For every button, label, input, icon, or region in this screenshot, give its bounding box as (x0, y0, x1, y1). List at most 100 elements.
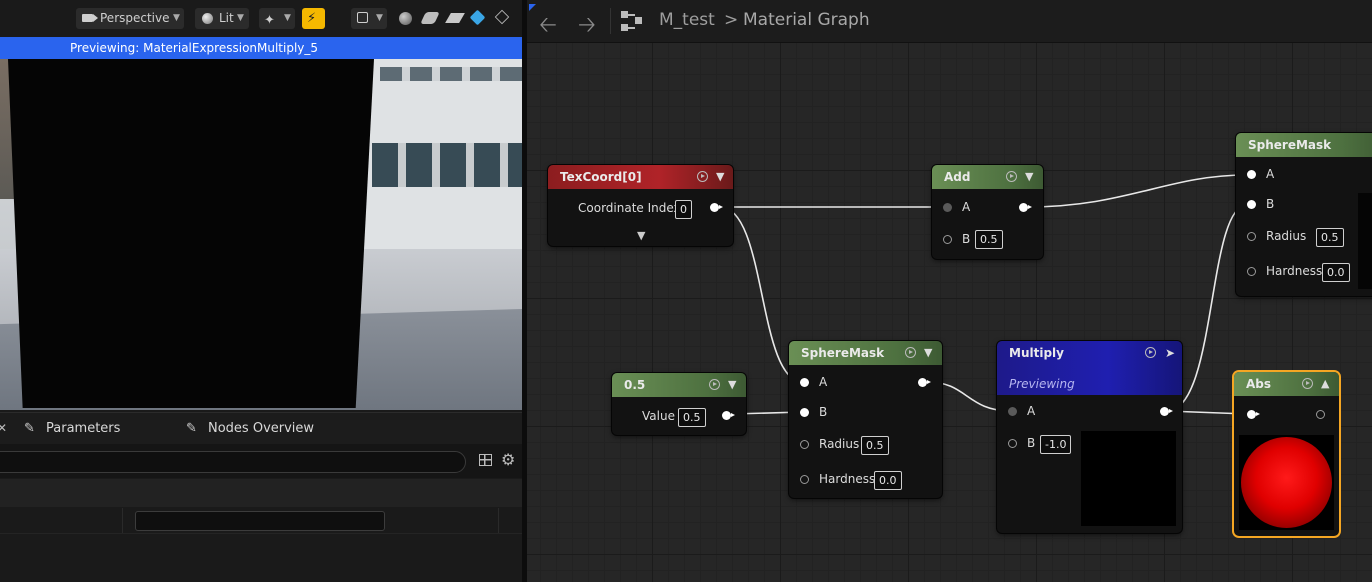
input-pin-a[interactable] (1008, 407, 1017, 416)
node-add[interactable]: Add ▼ A B 0.5 (932, 165, 1043, 259)
input-pin-a[interactable] (1247, 170, 1256, 179)
table-icon[interactable] (479, 454, 492, 466)
preview-toggle-icon[interactable] (709, 379, 720, 390)
material-graph[interactable]: 🡠 🡢 M_test > Material Graph TexCoord[0] (527, 0, 1372, 582)
node-spheremask-header[interactable]: SphereMask (1236, 133, 1372, 157)
node-preview-swatch (1081, 431, 1176, 526)
output-pin[interactable] (1019, 203, 1032, 212)
cylinder-icon[interactable] (420, 12, 440, 24)
input-pin-hardness[interactable] (1247, 267, 1256, 276)
input-pin-b[interactable] (1247, 200, 1256, 209)
preview-banner-text: Previewing: MaterialExpressionMultiply_5 (70, 41, 319, 55)
input-pin-b[interactable] (1008, 439, 1017, 448)
chevron-down-icon: ▼ (376, 13, 383, 23)
hardness-field[interactable]: 0.0 (1322, 263, 1350, 282)
output-pin[interactable] (1316, 410, 1325, 419)
node-multiply[interactable]: Multiply ➤ Previewing A B -1.0 (997, 341, 1182, 533)
chevron-down-icon: ▼ (173, 13, 180, 23)
chevron-down-icon[interactable]: ▼ (637, 229, 645, 242)
pencil-icon: ✎ (186, 421, 197, 436)
node-spheremask-header[interactable]: SphereMask ▼ (789, 341, 942, 365)
wire-add-spheremask-a (1026, 174, 1248, 208)
node-texcoord-header[interactable]: TexCoord[0] ▼ (548, 165, 733, 189)
input-pin[interactable] (1247, 410, 1260, 419)
node-abs-header[interactable]: Abs ▲ (1234, 372, 1339, 396)
show-flags-icon: ✦ (264, 13, 275, 28)
chevron-down-icon: ▼ (237, 13, 244, 23)
tab-nodes-overview-label: Nodes Overview (208, 421, 315, 436)
input-pin-radius[interactable] (1247, 232, 1256, 241)
node-spheremask-top[interactable]: SphereMask A B Radius 0.5 Hardness 0.0 (1236, 133, 1372, 296)
lit-sphere-icon (202, 13, 213, 24)
chevron-down-icon: ▼ (284, 13, 291, 23)
pin-a-label: A (819, 375, 828, 389)
preview-mesh (8, 59, 374, 408)
node-constant-header[interactable]: 0.5 ▼ (612, 373, 746, 397)
input-pin-b[interactable] (800, 408, 809, 417)
node-title: TexCoord[0] (560, 170, 642, 184)
output-pin[interactable] (918, 378, 931, 387)
perspective-dropdown[interactable]: Perspective ▼ (76, 8, 184, 29)
property-value-field[interactable] (135, 511, 385, 531)
realtime-toggle[interactable]: ⚡ (302, 8, 325, 29)
camera-lens-icon (93, 14, 98, 22)
output-pin[interactable] (1160, 407, 1173, 416)
radius-field[interactable]: 0.5 (1316, 228, 1344, 247)
node-spheremask-bottom[interactable]: SphereMask ▼ A B Radius 0.5 Hardness 0.0 (789, 341, 942, 498)
output-pin[interactable] (710, 203, 723, 212)
input-pin-a[interactable] (800, 378, 809, 387)
background-window-row (372, 143, 522, 187)
preview-toggle-icon[interactable] (1302, 378, 1313, 389)
pin-b-label: B (819, 405, 828, 419)
custom-mesh-icon[interactable] (494, 9, 510, 25)
tab-parameters-label: Parameters (46, 421, 121, 436)
node-add-header[interactable]: Add ▼ (932, 165, 1043, 189)
pin-b-label: B (1027, 436, 1036, 450)
chevron-down-icon[interactable]: ▼ (924, 341, 932, 365)
node-constant[interactable]: 0.5 ▼ Value 0.5 (612, 373, 746, 435)
value-field[interactable]: 0.5 (678, 408, 706, 427)
preview-viewport[interactable] (0, 59, 522, 410)
pin-a-label: A (962, 200, 971, 214)
value-label: Value (642, 409, 675, 423)
realtime-icon: ⚡ (307, 11, 317, 26)
coordinate-index-field[interactable]: 0 (675, 200, 692, 219)
pin-b-label: B (962, 232, 971, 246)
output-pin[interactable] (722, 411, 735, 420)
b-value-field[interactable]: -1.0 (1040, 435, 1072, 454)
preview-toggle-icon[interactable] (1006, 171, 1017, 182)
input-pin-hardness[interactable] (800, 475, 809, 484)
chevron-down-icon[interactable]: ▼ (1025, 165, 1033, 189)
plane-icon[interactable] (445, 13, 465, 23)
preview-toggle-icon[interactable] (1145, 347, 1156, 358)
preview-toggle-icon[interactable] (697, 171, 708, 182)
close-icon[interactable]: ✕ (0, 421, 7, 435)
chevron-down-icon[interactable]: ▼ (716, 165, 724, 189)
chevron-up-icon[interactable]: ➤ (1165, 341, 1175, 365)
input-pin-b[interactable] (943, 235, 952, 244)
details-category-header[interactable] (0, 479, 522, 507)
hardness-label: Hardness (819, 472, 876, 486)
preview-mesh-dropdown[interactable]: ▼ (351, 8, 387, 29)
gear-icon[interactable]: ⚙ (501, 450, 515, 469)
show-flags-dropdown[interactable]: ✦ ▼ (259, 8, 295, 29)
cube-icon[interactable] (469, 9, 486, 26)
input-pin-a[interactable] (943, 203, 952, 212)
preview-banner: Previewing: MaterialExpressionMultiply_5 (0, 37, 522, 59)
sphere-icon[interactable] (399, 12, 412, 25)
input-pin-radius[interactable] (800, 440, 809, 449)
perspective-label: Perspective (100, 11, 170, 25)
node-texcoord[interactable]: TexCoord[0] ▼ Coordinate Index 0 ▼ (548, 165, 733, 246)
hardness-field[interactable]: 0.0 (874, 471, 902, 490)
radius-field[interactable]: 0.5 (861, 436, 889, 455)
lit-dropdown[interactable]: Lit ▼ (195, 8, 249, 29)
preview-toggle-icon[interactable] (905, 347, 916, 358)
chevron-down-icon[interactable]: ▼ (728, 373, 736, 397)
node-abs[interactable]: Abs ▲ (1234, 372, 1339, 536)
search-input[interactable] (0, 451, 466, 473)
chevron-up-icon[interactable]: ▲ (1321, 372, 1329, 396)
b-value-field[interactable]: 0.5 (975, 230, 1003, 249)
node-title: SphereMask (801, 346, 885, 360)
coordinate-index-label: Coordinate Index (578, 201, 681, 215)
left-panel: Perspective ▼ Lit ▼ ✦ ▼ ⚡ ▼ Previewing: … (0, 0, 522, 582)
